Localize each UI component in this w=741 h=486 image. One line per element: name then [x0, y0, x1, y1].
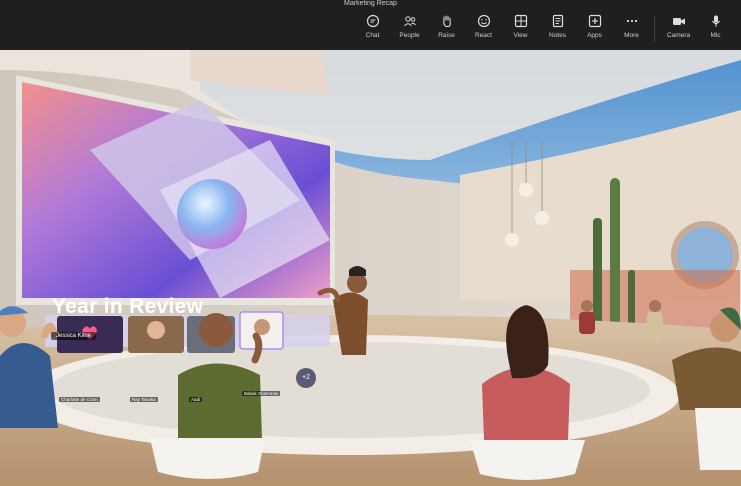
- mic-button[interactable]: Mic: [697, 14, 734, 48]
- view-label: View: [513, 32, 528, 39]
- react-label: React: [475, 32, 492, 39]
- people-icon: [403, 16, 416, 27]
- apps-label: Apps: [587, 32, 602, 39]
- camera-button[interactable]: Camera: [660, 14, 697, 48]
- mic-label: Mic: [710, 32, 721, 39]
- people-button[interactable]: People: [391, 14, 428, 48]
- chat-icon: [366, 14, 379, 28]
- view-icon: [514, 14, 527, 28]
- participant-name-babak: Babak Shammas: [242, 391, 281, 396]
- more-button[interactable]: More: [613, 14, 650, 48]
- meeting-title: Marketing Recap: [344, 0, 397, 7]
- participant-name-ray: Ray Tanaka: [130, 397, 158, 402]
- mic-icon: [711, 15, 720, 27]
- apps-button[interactable]: Apps: [576, 14, 613, 48]
- notes-label: Notes: [549, 32, 566, 39]
- notes-button[interactable]: Notes: [539, 14, 576, 48]
- view-button[interactable]: View: [502, 14, 539, 48]
- chat-label: Chat: [365, 32, 380, 39]
- participant-name-aadi: Aadi: [189, 397, 203, 402]
- apps-icon: [588, 14, 601, 28]
- raise-hand-icon: [442, 15, 451, 28]
- participant-name-charlotte: Charlotte de Crum: [59, 397, 100, 402]
- raise-label: Raise: [438, 32, 455, 39]
- virtual-room-scene: [0, 50, 741, 486]
- more-icon: [626, 19, 637, 23]
- raise-hand-button[interactable]: Raise: [428, 14, 465, 48]
- more-participants-badge[interactable]: +2: [296, 368, 316, 388]
- people-label: People: [399, 32, 420, 39]
- react-icon: [477, 14, 490, 28]
- camera-label: Camera: [666, 32, 691, 39]
- presenter-name-tag: Jessica Kline: [51, 332, 97, 340]
- virtual-space: Year in Review Jessica Kline Charlotte d…: [0, 50, 741, 486]
- toolbar-divider: [654, 16, 655, 42]
- camera-icon: [672, 18, 685, 25]
- meeting-toolbar: Marketing Recap Chat People Raise React …: [0, 0, 741, 50]
- presentation-title: Year in Review: [52, 295, 204, 318]
- react-button[interactable]: React: [465, 14, 502, 48]
- more-label: More: [624, 32, 639, 39]
- notes-icon: [552, 14, 563, 28]
- chat-button[interactable]: Chat: [354, 14, 391, 48]
